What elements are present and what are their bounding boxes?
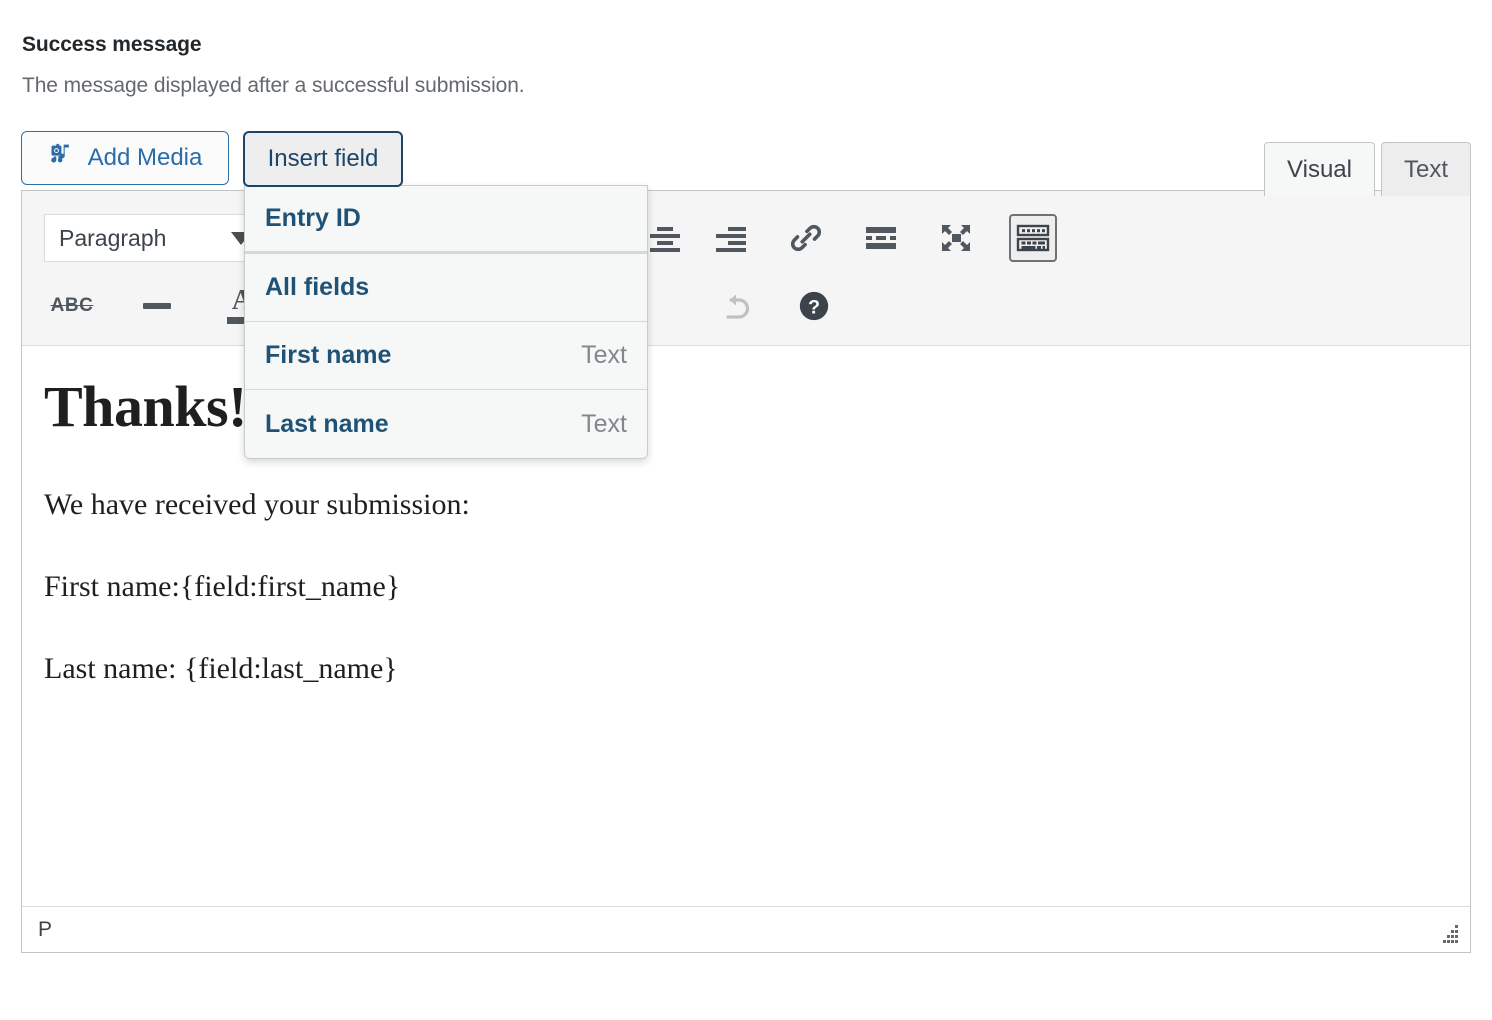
align-right-button[interactable] <box>707 214 755 262</box>
resize-grip-icon[interactable] <box>1438 922 1460 944</box>
redo-button[interactable] <box>715 282 763 330</box>
toolbar-row-2: ABC A ? <box>22 273 1470 339</box>
tab-visual[interactable]: Visual <box>1264 142 1375 196</box>
distraction-free-icon <box>939 222 973 254</box>
content-paragraph: Last name: {field:last_name} <box>44 651 398 685</box>
read-more-button[interactable] <box>857 214 905 262</box>
menu-item-all-fields[interactable]: All fields <box>245 254 647 322</box>
menu-item-type: Text <box>581 409 627 438</box>
align-center-icon <box>648 223 682 253</box>
paragraph-style-select[interactable]: Paragraph <box>44 214 264 262</box>
tab-text[interactable]: Text <box>1380 142 1471 196</box>
distraction-free-button[interactable] <box>932 214 980 262</box>
editor-status-bar: P <box>22 906 1470 952</box>
tab-visual-label: Visual <box>1287 155 1352 183</box>
menu-item-first-name[interactable]: First name Text <box>245 322 647 390</box>
content-paragraph: First name:{field:first_name} <box>44 569 401 603</box>
content-paragraph: We have received your submission: <box>44 487 470 521</box>
horizontal-rule-button[interactable] <box>133 282 181 330</box>
insert-link-button[interactable] <box>782 214 830 262</box>
insert-field-label: Insert field <box>267 145 379 172</box>
link-icon <box>788 220 824 256</box>
wysiwyg-editor: Paragraph ABC A ? Thanks! We have receiv… <box>21 190 1471 953</box>
insert-field-button[interactable]: Insert field <box>243 131 403 187</box>
help-icon: ? <box>797 289 831 323</box>
menu-item-label: All fields <box>265 273 370 301</box>
help-button[interactable]: ? <box>790 282 838 330</box>
paragraph-style-value: Paragraph <box>59 224 167 251</box>
redo-icon <box>721 290 757 322</box>
keyboard-toolbar-icon <box>1016 224 1050 252</box>
align-right-icon <box>714 223 748 253</box>
menu-item-last-name[interactable]: Last name Text <box>245 390 647 458</box>
add-media-button[interactable]: Add Media <box>21 131 229 185</box>
menu-item-label: First name <box>265 341 392 369</box>
toolbar-toggle-button[interactable] <box>1009 214 1057 262</box>
add-media-label: Add Media <box>87 144 203 171</box>
success-message-panel: Success message The message displayed af… <box>0 0 1492 1020</box>
tab-text-label: Text <box>1403 155 1448 183</box>
editor-toolbar: Paragraph ABC A ? <box>22 191 1470 346</box>
menu-item-label: Last name <box>265 409 389 438</box>
element-path: P <box>38 917 53 941</box>
horizontal-rule-icon <box>143 303 171 309</box>
strikethrough-icon: ABC <box>50 295 94 316</box>
menu-item-type: Text <box>581 341 627 369</box>
toolbar-row-1: Paragraph <box>22 205 1470 271</box>
insert-field-dropdown: Entry ID All fields First name Text Last… <box>244 185 648 459</box>
align-center-button[interactable] <box>641 214 689 262</box>
editor-mode-tabs: Visual Text <box>1258 142 1471 196</box>
camera-music-icon <box>48 141 76 176</box>
strikethrough-button[interactable]: ABC <box>48 282 96 330</box>
read-more-icon <box>864 223 898 253</box>
page-title: Success message <box>22 33 202 56</box>
field-description: The message displayed after a successful… <box>22 74 525 97</box>
menu-item-entry-id[interactable]: Entry ID <box>245 186 647 254</box>
editor-content-area[interactable]: Thanks! We have received your submission… <box>22 346 1470 916</box>
menu-item-label: Entry ID <box>265 204 361 232</box>
svg-text:?: ? <box>808 296 820 318</box>
